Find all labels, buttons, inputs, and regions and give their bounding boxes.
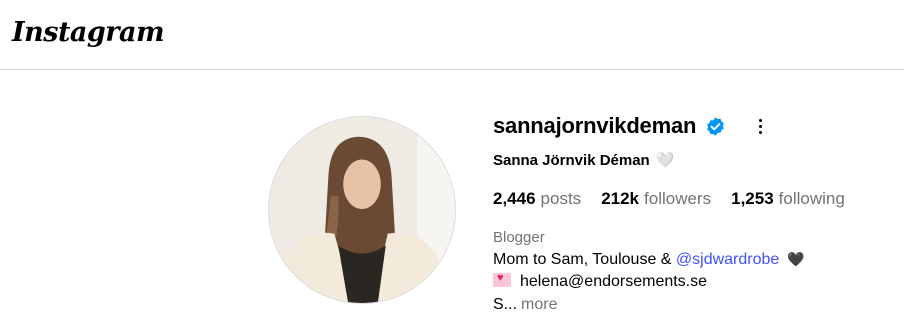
following-label: following <box>778 189 845 208</box>
following-stat[interactable]: 1,253 following <box>731 189 845 209</box>
bio-more-link[interactable]: more <box>521 296 557 313</box>
posts-count: 2,446 <box>493 189 536 208</box>
full-name-row: Sanna Jörnvik Déman 🤍 <box>493 151 675 170</box>
top-bar: Instagram <box>0 0 904 70</box>
avatar-photo <box>269 117 455 303</box>
bio-line-3: S... more <box>493 296 557 314</box>
bio-line-1: Mom to Sam, Toulouse & @sjdwardrobe 🖤 <box>493 251 805 269</box>
bio-email: helena@endorsements.se <box>520 273 708 290</box>
profile-full-name: Sanna Jörnvik Déman <box>493 151 650 169</box>
bio-truncated-text: S... <box>493 296 518 313</box>
followers-label: followers <box>644 189 712 208</box>
heart-emoji-icon: 🤍 <box>655 152 675 169</box>
profile-username[interactable]: sannajornvikdeman <box>493 113 696 139</box>
following-count: 1,253 <box>731 189 774 208</box>
more-options-icon[interactable] <box>752 116 768 136</box>
posts-stat: 2,446 posts <box>493 189 581 209</box>
profile-avatar[interactable] <box>268 116 456 304</box>
username-row: sannajornvikdeman <box>493 112 768 140</box>
love-letter-icon <box>493 272 511 287</box>
posts-label: posts <box>540 189 582 208</box>
instagram-logo[interactable]: Instagram <box>12 17 165 48</box>
bio-text: Mom to Sam, Toulouse & <box>493 251 676 268</box>
profile-stats: 2,446 posts 212k followers 1,253 following <box>493 189 865 209</box>
bio-line-2: helena@endorsements.se <box>493 272 708 291</box>
black-heart-emoji-icon: 🖤 <box>787 251 805 267</box>
profile-category: Blogger <box>493 229 545 246</box>
followers-count: 212k <box>601 189 640 208</box>
followers-stat[interactable]: 212k followers <box>601 189 711 209</box>
bio-mention-link[interactable]: @sjdwardrobe <box>676 251 779 268</box>
verified-badge-icon <box>705 116 726 137</box>
